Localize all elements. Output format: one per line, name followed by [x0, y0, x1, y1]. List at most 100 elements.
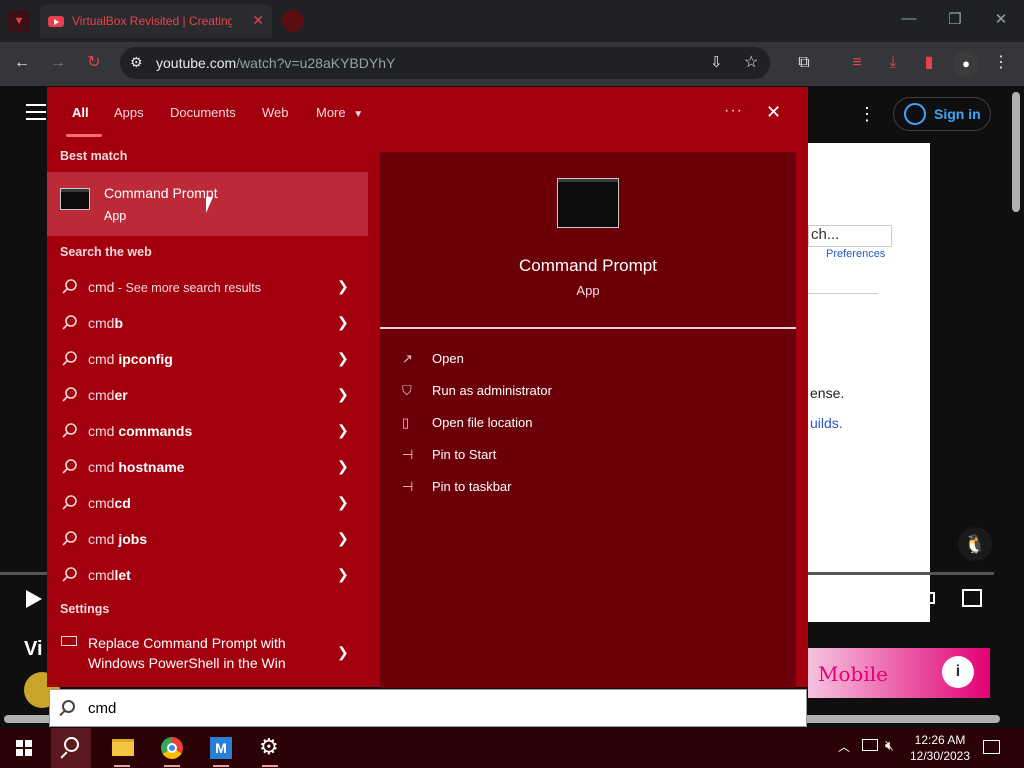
- more-options-button[interactable]: ···: [724, 102, 743, 120]
- web-result-completion: cd: [114, 495, 131, 511]
- web-result-item[interactable]: cmd commands ❯: [47, 413, 368, 449]
- notification-icon[interactable]: [983, 740, 1000, 754]
- chrome-icon-center: [167, 743, 177, 753]
- volume-muted-icon[interactable]: 🔇︎: [885, 737, 894, 754]
- ad-text: Mobile: [818, 662, 888, 686]
- editor-icon: M: [210, 737, 232, 759]
- web-result-completion: jobs: [114, 531, 148, 547]
- web-result-text: cmd jobs: [88, 531, 147, 547]
- settings-app[interactable]: ⚙: [250, 728, 290, 768]
- web-result-item[interactable]: cmdb ❯: [47, 305, 368, 341]
- miniplayer-icon[interactable]: [864, 590, 886, 606]
- tab-close-icon[interactable]: ✕: [252, 12, 264, 29]
- video-progress-left[interactable]: [0, 572, 47, 575]
- action-open[interactable]: ↗ Open: [400, 345, 780, 375]
- url-host: youtube.com: [156, 55, 237, 71]
- web-result-text: cmdcd: [88, 495, 131, 511]
- tab-apps[interactable]: Apps: [114, 105, 144, 120]
- web-result-item[interactable]: cmd hostname ❯: [47, 449, 368, 485]
- taskbar-search-button[interactable]: [51, 728, 91, 768]
- play-icon[interactable]: [26, 590, 42, 608]
- web-result-query: cmd: [88, 315, 115, 331]
- taskbar-clock[interactable]: 12:26 AM 12/30/2023: [905, 732, 975, 764]
- youtube-menu-icon[interactable]: [26, 104, 46, 120]
- show-hidden-icons-chevron-up-icon[interactable]: ︿: [838, 738, 850, 755]
- preview-divider: [380, 327, 796, 329]
- sign-in-button[interactable]: Sign in: [893, 97, 991, 131]
- fullscreen-icon[interactable]: [962, 589, 982, 607]
- reload-icon[interactable]: ↻: [83, 52, 105, 74]
- search-icon: [61, 386, 79, 404]
- chevron-right-icon: ❯: [337, 458, 349, 474]
- action-pin-to-start[interactable]: ⊣ Pin to Start: [400, 441, 780, 471]
- search-input[interactable]: cmd: [49, 689, 807, 727]
- tab-web[interactable]: Web: [262, 105, 289, 120]
- forward-icon[interactable]: →: [47, 52, 69, 74]
- youtube-more-icon[interactable]: ⋮: [858, 104, 876, 125]
- shield-icon: ⛉: [402, 383, 412, 398]
- tab-title: VirtualBox Revisited | Creating: [72, 14, 232, 28]
- action-open-file-location[interactable]: ▯ Open file location: [400, 409, 780, 439]
- web-result-completion: er: [114, 387, 128, 403]
- tab-documents[interactable]: Documents: [170, 105, 236, 120]
- settings-heading: Settings: [60, 602, 110, 616]
- open-icon: ↗: [402, 351, 413, 366]
- theater-mode-icon[interactable]: [913, 592, 935, 604]
- chrome-menu-icon[interactable]: ⋮: [990, 52, 1012, 74]
- tab-more[interactable]: More ▼: [316, 105, 363, 120]
- web-result-query: cmd: [88, 531, 115, 547]
- back-icon[interactable]: ←: [11, 52, 33, 74]
- web-result-completion: b: [114, 315, 124, 331]
- video-player[interactable]: ch... Preferences ense. uilds.: [808, 143, 990, 623]
- editor-app[interactable]: M: [201, 728, 241, 768]
- web-result-completion: let: [114, 567, 131, 583]
- file-explorer-app[interactable]: [102, 728, 142, 768]
- settings-icon[interactable]: ⚙: [817, 588, 835, 613]
- search-icon: [61, 566, 79, 584]
- video-search-box: ch...: [808, 225, 892, 247]
- browser-tab[interactable]: VirtualBox Revisited | Creating ✕: [40, 4, 272, 38]
- network-icon[interactable]: [862, 739, 878, 751]
- downloads-icon[interactable]: ⤓: [882, 52, 904, 74]
- install-app-icon[interactable]: ⇩: [710, 53, 723, 71]
- windows-start-button[interactable]: [4, 728, 44, 768]
- web-result-item[interactable]: cmd ipconfig ❯: [47, 341, 368, 377]
- extensions-icon[interactable]: ⧉: [793, 52, 815, 74]
- action-run-admin-label: Run as administrator: [432, 383, 552, 398]
- action-run-as-administrator[interactable]: ⛉ Run as administrator: [400, 377, 780, 407]
- settings-result-item[interactable]: Replace Command Prompt with Windows Powe…: [47, 626, 368, 682]
- video-title-fragment: Vi: [24, 638, 43, 660]
- new-tab-button[interactable]: [282, 10, 304, 32]
- vertical-scrollbar[interactable]: [1012, 92, 1020, 212]
- web-result-item[interactable]: cmd jobs ❯: [47, 521, 368, 557]
- tab-search-button[interactable]: ▼: [8, 10, 30, 32]
- search-icon: [64, 737, 79, 752]
- web-result-text: cmd commands: [88, 423, 192, 439]
- search-icon: [61, 278, 79, 296]
- web-result-item[interactable]: cmd - See more search results ❯: [47, 269, 368, 305]
- action-pin-to-taskbar[interactable]: ⊣ Pin to taskbar: [400, 473, 780, 503]
- close-window-button[interactable]: ✕: [978, 10, 1024, 28]
- web-result-item[interactable]: cmdlet ❯: [47, 557, 368, 593]
- ad-banner[interactable]: Mobile i: [808, 648, 990, 698]
- address-bar[interactable]: ⚙ youtube.com/watch?v=u28aKYBDYhY ⇩ ☆: [120, 47, 770, 79]
- web-result-query: cmd: [88, 567, 115, 583]
- web-result-item[interactable]: cmder ❯: [47, 377, 368, 413]
- chrome-app[interactable]: [152, 728, 192, 768]
- search-icon: [61, 494, 79, 512]
- minimize-button[interactable]: —: [886, 10, 932, 27]
- video-progress-bar[interactable]: [808, 572, 994, 575]
- close-search-button[interactable]: ✕: [766, 102, 781, 123]
- web-result-item[interactable]: cmdcd ❯: [47, 485, 368, 521]
- media-control-icon[interactable]: ≡: [846, 52, 868, 74]
- chevron-right-icon: ❯: [337, 422, 349, 438]
- side-panel-icon[interactable]: ▮: [918, 52, 940, 74]
- restore-button[interactable]: ❐: [932, 10, 978, 28]
- site-info-icon[interactable]: ⚙: [130, 54, 143, 71]
- ad-info-icon[interactable]: i: [942, 656, 974, 688]
- tab-all[interactable]: All: [72, 105, 89, 120]
- bookmark-star-icon[interactable]: ☆: [744, 52, 758, 72]
- profile-avatar[interactable]: ●: [953, 51, 979, 77]
- search-query: cmd: [88, 700, 117, 717]
- windows-logo-icon: [16, 740, 32, 756]
